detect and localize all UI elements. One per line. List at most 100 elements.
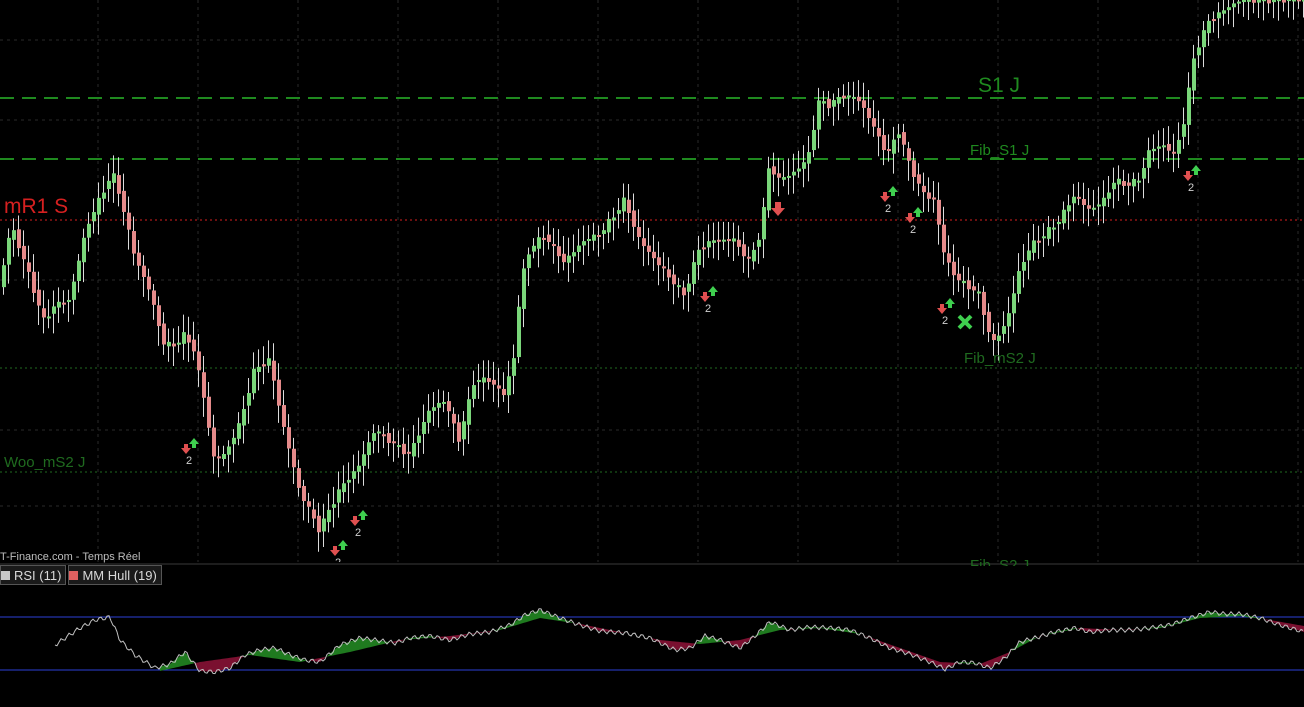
candle-body xyxy=(1167,143,1171,151)
candle-body xyxy=(657,257,661,266)
candle-body xyxy=(972,286,976,291)
candle-body xyxy=(122,190,126,212)
buy-arrow-icon xyxy=(888,186,898,196)
candlesticks xyxy=(2,0,1304,552)
candle-body xyxy=(97,197,101,215)
hull-fill xyxy=(532,612,534,621)
candle-body xyxy=(577,245,581,252)
candle-body xyxy=(277,379,281,406)
candle-body xyxy=(392,441,396,444)
candle-body xyxy=(267,358,271,366)
hull-fill xyxy=(222,658,224,671)
candle-body xyxy=(1227,7,1231,11)
hull-fill xyxy=(360,638,362,650)
candle-body xyxy=(502,388,506,396)
candle-body xyxy=(647,245,651,252)
candle-body xyxy=(797,168,801,172)
candle-body xyxy=(232,437,236,445)
candle-body xyxy=(1217,12,1221,19)
candle-body xyxy=(572,252,576,257)
candle-body xyxy=(42,308,46,318)
signal-count: 2 xyxy=(705,303,711,315)
candle-body xyxy=(687,283,691,292)
candle-body xyxy=(857,96,861,102)
candle-body xyxy=(962,280,966,284)
candle-body xyxy=(722,239,726,242)
sell-arrow-icon xyxy=(771,202,785,216)
candle-body xyxy=(367,442,371,456)
candle-body xyxy=(542,237,546,240)
candle-body xyxy=(182,332,186,344)
candle-body xyxy=(227,446,231,455)
candle-body xyxy=(952,261,956,276)
candle-body xyxy=(632,210,636,227)
candle-body xyxy=(792,171,796,176)
candle-body xyxy=(947,253,951,263)
candle-body xyxy=(832,100,836,107)
legend-item-rsi[interactable]: RSI (11) xyxy=(0,565,67,585)
candle-body xyxy=(922,185,926,193)
candle-body xyxy=(602,230,606,234)
candle-body xyxy=(347,479,351,483)
hull-fill xyxy=(670,641,672,649)
candle-body xyxy=(607,218,611,233)
candle-body xyxy=(222,453,226,460)
candle-body xyxy=(1067,205,1071,212)
candle-body xyxy=(847,95,851,98)
candle-body xyxy=(517,306,521,358)
candle-body xyxy=(1277,0,1281,2)
candle-body xyxy=(937,199,941,225)
candle-body xyxy=(862,100,866,108)
hull-fill xyxy=(1282,622,1284,627)
candle-body xyxy=(92,212,96,222)
hull-fill xyxy=(228,657,230,669)
candle-body xyxy=(407,451,411,454)
candle-body xyxy=(892,139,896,154)
candle-body xyxy=(532,245,536,252)
candle-body xyxy=(172,343,176,347)
candle-body xyxy=(592,234,596,241)
candle-body xyxy=(82,237,86,263)
candle-body xyxy=(452,413,456,424)
candle-body xyxy=(162,323,166,345)
candle-body xyxy=(617,210,621,214)
candle-body xyxy=(472,385,476,399)
candle-body xyxy=(1237,1,1241,4)
candle-body xyxy=(1297,0,1301,2)
candle-body xyxy=(902,132,906,145)
candle-body xyxy=(732,238,736,242)
legend-item-hull[interactable]: MM Hull (19) xyxy=(68,565,162,585)
hull-fill xyxy=(162,665,164,671)
signal-count: 2 xyxy=(355,527,361,539)
hull-fill xyxy=(178,656,180,667)
hull-fill xyxy=(676,641,678,650)
candle-body xyxy=(1092,207,1096,210)
candle-body xyxy=(1177,139,1181,154)
candle-body xyxy=(132,231,136,254)
candle-body xyxy=(1147,150,1151,168)
candle-body xyxy=(67,299,71,303)
candle-body xyxy=(817,100,821,130)
candle-body xyxy=(1192,58,1196,91)
candle-body xyxy=(547,234,551,242)
candle-body xyxy=(247,393,251,406)
candle-body xyxy=(637,227,641,237)
candle-body xyxy=(382,434,386,437)
candle-body xyxy=(667,269,671,278)
candle-body xyxy=(427,410,431,423)
level-label-fib-ms2: Fib_mS2 J xyxy=(964,350,1036,367)
candle-body xyxy=(167,341,171,347)
price-levels xyxy=(0,97,1304,473)
candle-body xyxy=(907,148,911,161)
legend-label-rsi: RSI (11) xyxy=(14,567,62,583)
candle-body xyxy=(1257,0,1261,3)
hull-fill xyxy=(838,628,840,631)
price-chart[interactable]: 22222222 xyxy=(0,0,1304,707)
candle-body xyxy=(177,342,181,345)
candle-body xyxy=(1197,47,1201,56)
candle-body xyxy=(152,290,156,305)
candle-body xyxy=(242,408,246,426)
candle-body xyxy=(512,358,516,376)
candle-body xyxy=(552,244,556,247)
candle-body xyxy=(787,175,791,178)
